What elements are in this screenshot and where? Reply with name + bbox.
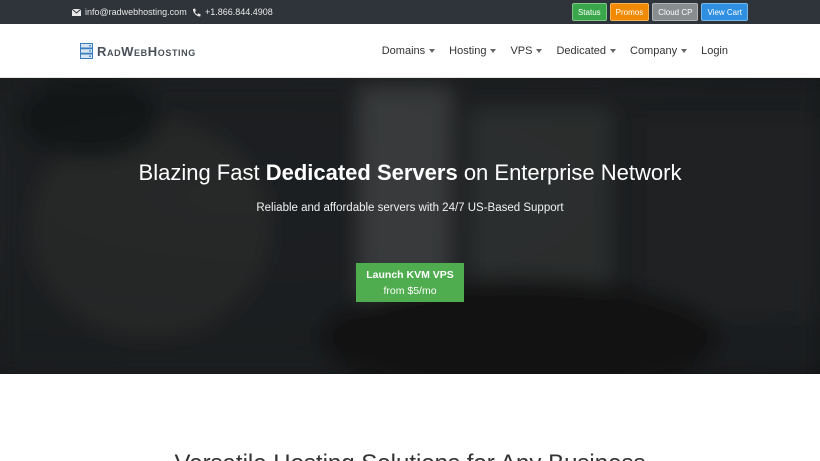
- nav-item-label: Hosting: [449, 44, 487, 57]
- nav-item-label: Login: [701, 44, 728, 57]
- main-nav: RadWebHosting Domains Hosting VPS Dedica…: [0, 24, 820, 78]
- hero-title-pre: Blazing Fast: [138, 160, 266, 185]
- contact-email[interactable]: info@radwebhosting.com: [72, 0, 187, 24]
- hero-subtitle: Reliable and affordable servers with 24/…: [256, 202, 564, 214]
- caret-down-icon: [610, 48, 616, 53]
- nav-item-login[interactable]: Login: [701, 45, 728, 57]
- caret-down-icon: [429, 48, 436, 53]
- view-cart-button[interactable]: View Cart: [701, 3, 748, 21]
- cloud-cp-button[interactable]: Cloud CP: [652, 3, 699, 21]
- nav-item-domains[interactable]: Domains: [381, 44, 436, 57]
- topbar-buttons: Status Promos Cloud CP View Cart: [571, 3, 748, 21]
- nav-item-label: Company: [630, 44, 678, 57]
- nav-item-dedicated[interactable]: Dedicated: [556, 45, 616, 57]
- top-bar: info@radwebhosting.com +1.866.844.4908 S…: [0, 0, 820, 24]
- hero-background-photo: [0, 78, 820, 374]
- hero-title-post: on Enterprise Network: [457, 160, 682, 185]
- nav-item-label: Domains: [381, 44, 426, 57]
- site-logo[interactable]: RadWebHosting: [80, 42, 196, 60]
- nav-menu: Domains Hosting VPS Dedicated Company Lo…: [382, 24, 728, 77]
- section-title: Versatile Hosting Solutions for Any Busi…: [0, 450, 820, 461]
- nav-item-label: Dedicated: [556, 44, 606, 57]
- status-button[interactable]: Status: [571, 3, 607, 21]
- hero-section: Blazing Fast Dedicated Servers on Enterp…: [0, 78, 820, 374]
- envelope-icon: [72, 8, 81, 16]
- cta-line1: Launch KVM VPS: [366, 268, 454, 281]
- nav-item-vps[interactable]: VPS: [510, 44, 543, 57]
- phone-icon: [192, 8, 201, 16]
- nav-item-label: VPS: [510, 44, 533, 57]
- hero-title: Blazing Fast Dedicated Servers on Enterp…: [0, 160, 820, 186]
- email-text: info@radwebhosting.com: [85, 7, 187, 17]
- caret-down-icon: [536, 48, 543, 53]
- caret-down-icon: [490, 48, 497, 53]
- server-logo-icon: [80, 43, 93, 59]
- logo-text: RadWebHosting: [97, 43, 196, 59]
- phone-text: +1.866.844.4908: [205, 7, 273, 17]
- nav-item-hosting[interactable]: Hosting: [449, 44, 497, 57]
- contact-phone[interactable]: +1.866.844.4908: [192, 0, 273, 24]
- promos-button[interactable]: Promos: [609, 3, 650, 21]
- cta-line2: from $5/mo: [383, 284, 437, 297]
- caret-down-icon: [681, 48, 688, 53]
- hero-title-bold: Dedicated Servers: [265, 160, 458, 185]
- nav-item-company[interactable]: Company: [630, 44, 688, 57]
- launch-kvm-vps-button[interactable]: Launch KVM VPS from $5/mo: [356, 263, 464, 302]
